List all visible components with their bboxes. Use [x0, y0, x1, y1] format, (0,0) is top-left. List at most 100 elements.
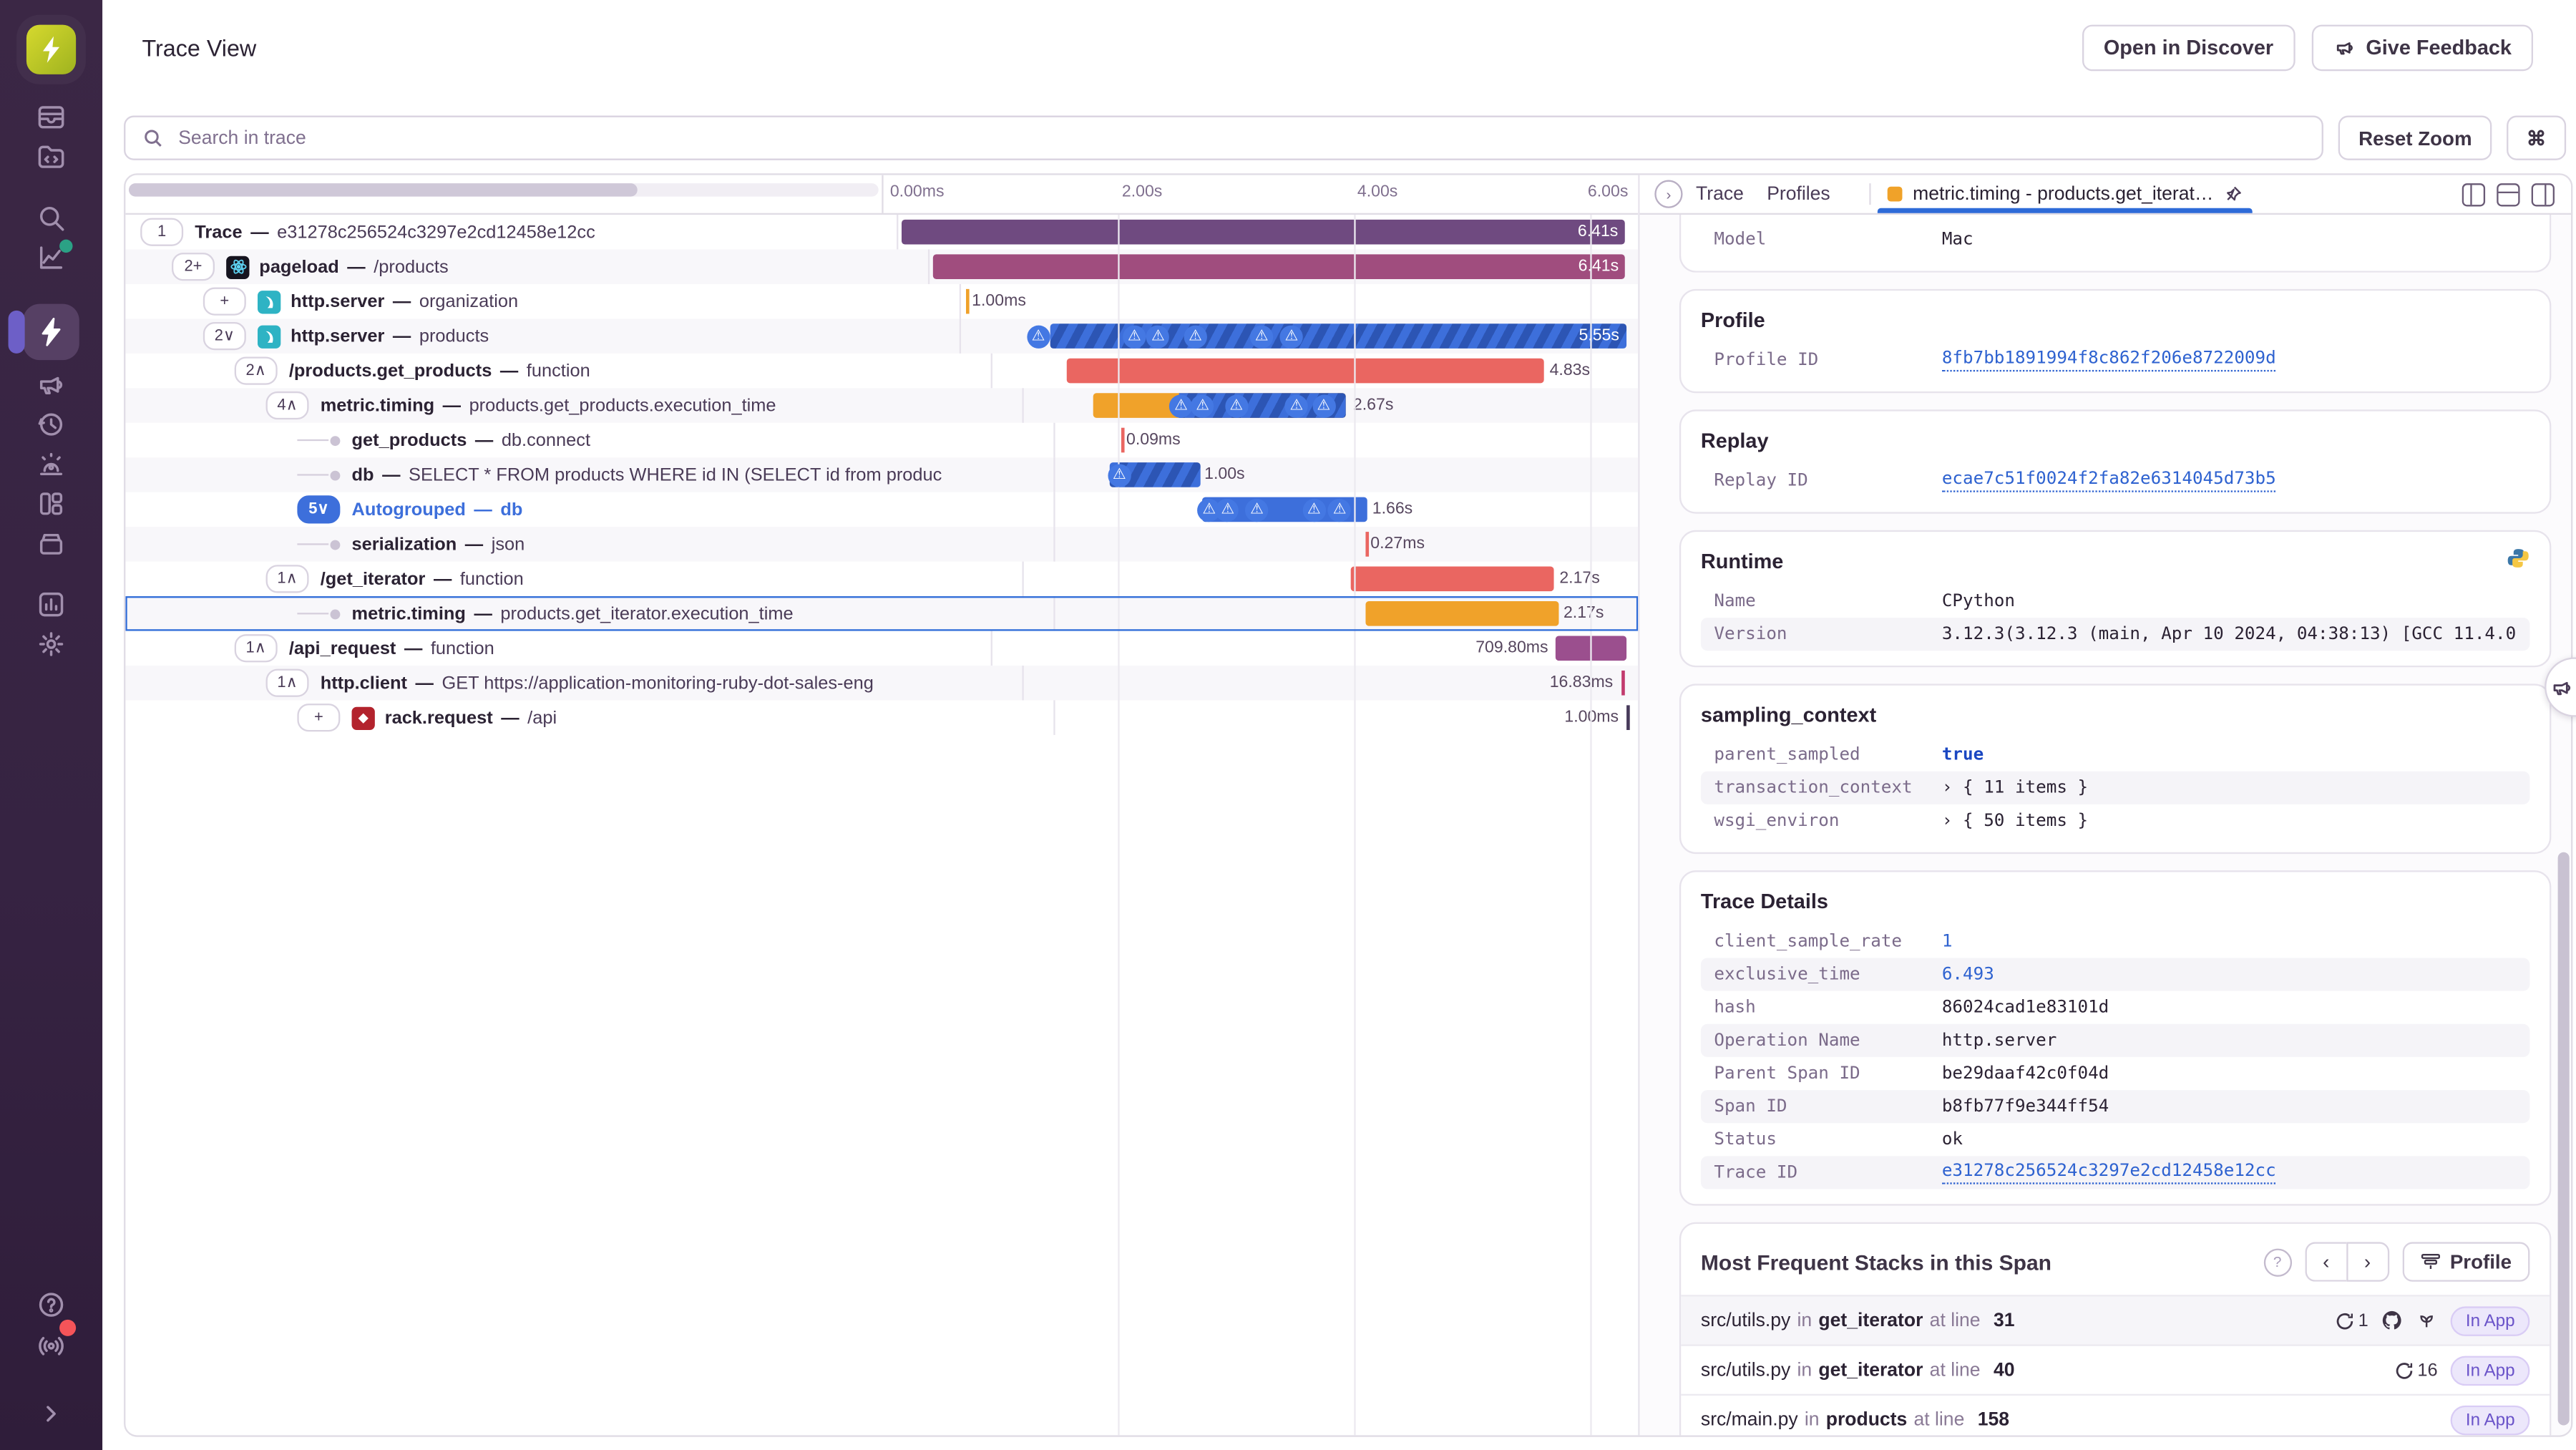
profile-id-link[interactable]: 8fb7bb1891994f8c862f206e8722009d [1941, 349, 2276, 372]
panel-scrollbar[interactable] [2557, 215, 2570, 1432]
pin-tab-icon[interactable] [2223, 185, 2241, 203]
sidebar-collapse-icon[interactable] [23, 1394, 79, 1434]
github-icon[interactable] [2381, 1310, 2403, 1331]
insights-icon[interactable] [23, 238, 79, 277]
span-children-badge[interactable]: 2+ [171, 253, 215, 281]
autogroup-badge[interactable]: 5∨ [297, 495, 341, 524]
kv-row[interactable]: wsgi_environ › { 50 items } [1701, 804, 2529, 837]
span-children-badge[interactable]: 1∧ [234, 634, 278, 663]
reset-zoom-button[interactable]: Reset Zoom [2338, 115, 2492, 160]
layout-sidebar-icon[interactable] [2531, 182, 2555, 206]
span-row-products-get-products[interactable]: 2∧ /products.get_products — function 4.83s [125, 353, 1638, 389]
span-row-metric-timing-get-iterator[interactable]: metric.timing — products.get_iterator.exec… [125, 596, 1639, 631]
shortcuts-button[interactable]: ⌘ [2507, 115, 2567, 160]
details-scroll-area[interactable]: Model Mac Profile Profile ID 8fb7bb1891994… [1640, 214, 2572, 1436]
warning-icon[interactable]: ⚠ [1302, 497, 1326, 522]
span-tick[interactable] [1121, 427, 1126, 453]
trace-id-link[interactable]: e31278c256524c3297e2cd12458e12cc [1941, 1161, 2276, 1184]
span-row-api-request[interactable]: 1∧ /api_request — function 709.80ms [125, 631, 1638, 666]
span-bar[interactable]: 6.41s [901, 219, 1625, 245]
tab-profiles[interactable]: Profiles [1767, 184, 1830, 204]
span-row-get-iterator[interactable]: 1∧ /get_iterator — function 2.17s [125, 561, 1638, 597]
span-bar[interactable] [1556, 636, 1626, 661]
releases-icon[interactable] [23, 404, 79, 444]
warning-icon[interactable]: ⚠ [1224, 394, 1248, 417]
kv-row[interactable]: transaction_context › { 11 items } [1700, 771, 2530, 804]
stacks-help-icon[interactable]: ? [2263, 1247, 2292, 1276]
search-box[interactable] [124, 115, 2324, 160]
span-row-http-server-products[interactable]: 2∨ http.server — products 5.55s ⚠ ⚠ ⚠ ⚠ ⚠ ⚠ [125, 318, 1639, 354]
span-bar[interactable] [1365, 600, 1559, 626]
warning-icon[interactable]: ⚠ [1184, 324, 1207, 348]
layout-columns-icon[interactable] [2462, 182, 2486, 206]
span-children-badge[interactable]: 1 [140, 218, 184, 246]
tab-span-details[interactable]: metric.timing - products.get_iterat… [1878, 175, 2252, 213]
span-tick[interactable] [966, 288, 970, 314]
warning-icon[interactable]: ⚠ [1026, 324, 1050, 348]
span-row-rack-request[interactable]: + ◆ rack.request —/api 1.00ms [125, 700, 1638, 735]
replay-id-link[interactable]: ecae7c51f0024f2fa82e6314045d73b5 [1941, 469, 2276, 492]
issues-icon[interactable] [23, 97, 79, 137]
span-row-pageload[interactable]: 2+ pageload —/products 6.41s [125, 249, 1639, 284]
span-row-db-connect[interactable]: get_products — db.connect 0.09ms [125, 422, 1638, 458]
dashboards-icon[interactable] [23, 484, 79, 523]
span-children-badge[interactable]: 1∧ [265, 668, 309, 697]
span-children-badge[interactable]: 4∧ [265, 391, 309, 420]
span-expand-badge[interactable]: + [297, 704, 341, 732]
warning-icon[interactable]: ⚠ [1108, 463, 1131, 487]
span-children-badge[interactable]: 1∧ [265, 565, 309, 593]
warning-icon[interactable]: ⚠ [1312, 394, 1335, 417]
span-row-db-select[interactable]: db — SELECT * FROM products WHERE id IN (S… [125, 457, 1639, 492]
whats-new-icon[interactable] [23, 1319, 79, 1364]
span-expand-badge[interactable]: + [203, 287, 246, 316]
span-row-http-server-organization[interactable]: + http.server — organization 1.00ms [125, 283, 1638, 319]
span-row-autogrouped-db[interactable]: 5∨ Autogrouped — db ⚠ ⚠ ⚠ ⚠ ⚠ 1.66s [125, 492, 1638, 527]
span-tick[interactable] [1365, 532, 1370, 557]
warning-icon[interactable]: ⚠ [1249, 324, 1274, 348]
stack-frame-row[interactable]: src/utils.py in get_iterator at line 40 16 I… [1681, 1346, 2550, 1396]
warning-icon[interactable]: ⚠ [1123, 324, 1146, 348]
prev-stack-button[interactable]: ‹ [2304, 1242, 2346, 1282]
span-bar[interactable] [1350, 566, 1555, 592]
stack-frame-row[interactable]: src/utils.py in get_iterator at line 31 1 In… [1681, 1296, 2550, 1346]
card-title: Runtime [1700, 550, 1784, 573]
sentry-logo[interactable] [26, 24, 77, 74]
span-tick[interactable] [1621, 670, 1624, 696]
span-row-metric-timing-get-products[interactable]: 4∧ metric.timing — products.get_products.e… [125, 388, 1639, 423]
help-icon[interactable] [23, 1285, 79, 1324]
performance-icon[interactable] [8, 303, 79, 361]
search-nav-icon[interactable] [23, 198, 79, 238]
span-row-trace[interactable]: 1 Trace — e31278c256524c3297e2cd12458e12cc… [125, 214, 1638, 250]
span-row-http-client[interactable]: 1∧ http.client — GET https://application-m… [125, 665, 1639, 701]
kv-row: client_sample_rate 1 [1714, 931, 1953, 952]
span-desc: function [459, 568, 524, 589]
feedback-nav-icon[interactable] [23, 365, 79, 404]
settings-icon[interactable] [23, 624, 79, 663]
span-children-badge[interactable]: 2∨ [203, 321, 246, 351]
open-profile-button[interactable]: Profile [2401, 1242, 2530, 1282]
next-stack-button[interactable]: › [2346, 1242, 2389, 1282]
discover-icon[interactable] [23, 524, 79, 563]
span-op: pageload [259, 256, 339, 277]
open-in-discover-button[interactable]: Open in Discover [2082, 24, 2296, 72]
span-tick[interactable] [1626, 705, 1630, 730]
panel-scrollbar-thumb[interactable] [2557, 852, 2570, 1426]
layout-rows-icon[interactable] [2497, 182, 2520, 206]
span-children-badge[interactable]: 2∧ [234, 356, 278, 385]
alerts-icon[interactable] [23, 444, 79, 484]
give-feedback-button[interactable]: Give Feedback [2311, 24, 2533, 72]
collapse-panel-icon[interactable]: › [1654, 180, 1683, 208]
span-row-serialization[interactable]: serialization — json 0.27ms [125, 527, 1639, 562]
projects-icon[interactable] [23, 137, 79, 177]
tab-trace[interactable]: Trace [1696, 184, 1744, 204]
tree-horizontal-scrollbar[interactable] [125, 175, 884, 213]
span-op: http.server [291, 291, 385, 311]
span-op: metric.timing [320, 395, 435, 416]
scrollbar-thumb[interactable] [128, 183, 638, 197]
search-input[interactable] [175, 126, 2306, 150]
seer-icon[interactable] [2416, 1310, 2438, 1331]
span-bar[interactable] [1065, 358, 1544, 384]
span-bar[interactable]: 6.41s [932, 254, 1626, 279]
stack-frame-row[interactable]: src/main.py in products at line 158 In App [1681, 1396, 2550, 1435]
stats-icon[interactable] [23, 585, 79, 624]
